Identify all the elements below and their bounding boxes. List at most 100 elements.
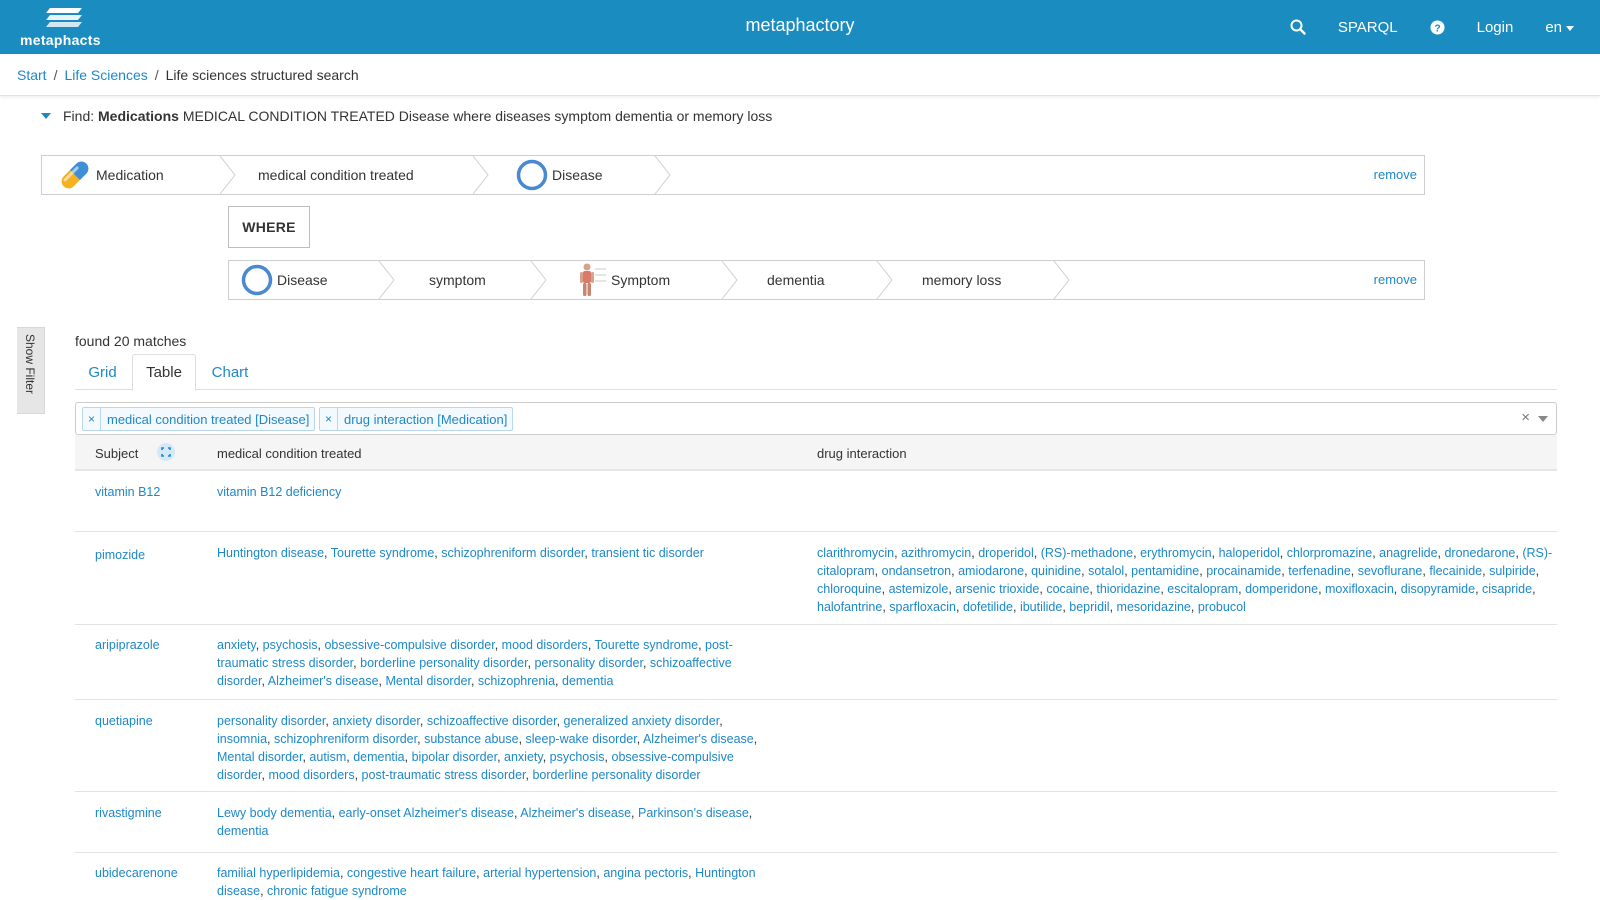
segment-disease[interactable]: Disease <box>241 261 328 299</box>
chevron-down-icon[interactable] <box>1538 416 1548 422</box>
segment-value-dementia[interactable]: dementia <box>767 261 825 299</box>
value-link[interactable]: chloroquine <box>817 582 882 596</box>
search-button[interactable] <box>1290 19 1306 35</box>
collapse-toggle-icon[interactable] <box>41 113 51 119</box>
value-link[interactable]: schizophreniform disorder <box>274 732 417 746</box>
value-link[interactable]: Mental disorder <box>385 674 470 688</box>
value-link[interactable]: astemizole <box>889 582 949 596</box>
value-link[interactable]: sevoflurane <box>1358 564 1423 578</box>
value-link[interactable]: dementia <box>562 674 613 688</box>
value-link[interactable]: sparfloxacin <box>889 600 956 614</box>
value-link[interactable]: (RS)-methadone <box>1041 546 1133 560</box>
value-link[interactable]: post-traumatic stress disorder <box>362 768 526 782</box>
value-link[interactable]: ibutilide <box>1020 600 1062 614</box>
value-link[interactable]: anxiety disorder <box>332 714 420 728</box>
row-subject-link[interactable]: aripiprazole <box>95 636 160 654</box>
value-link[interactable]: Tourette syndrome <box>331 546 435 560</box>
segment-medication[interactable]: Medication <box>56 156 164 194</box>
value-link[interactable]: Mental disorder <box>217 750 302 764</box>
value-link[interactable]: transient tic disorder <box>591 546 704 560</box>
value-link[interactable]: borderline personality disorder <box>360 656 527 670</box>
value-link[interactable]: sotalol <box>1088 564 1124 578</box>
value-link[interactable]: dementia <box>353 750 404 764</box>
value-link[interactable]: generalized anxiety disorder <box>564 714 720 728</box>
breadcrumb-start[interactable]: Start <box>17 67 47 83</box>
value-link[interactable]: sleep-wake disorder <box>526 732 637 746</box>
value-link[interactable]: arsenic trioxide <box>955 582 1039 596</box>
value-link[interactable]: dementia <box>217 824 268 838</box>
breadcrumb-life-sciences[interactable]: Life Sciences <box>64 67 147 83</box>
where-button[interactable]: WHERE <box>228 206 310 248</box>
value-link[interactable]: escitalopram <box>1167 582 1238 596</box>
value-link[interactable]: arterial hypertension <box>483 866 596 880</box>
value-link[interactable]: moxifloxacin <box>1325 582 1394 596</box>
value-link[interactable]: Alzheimer's disease <box>643 732 754 746</box>
value-link[interactable]: Tourette syndrome <box>595 638 699 652</box>
value-link[interactable]: chlorpromazine <box>1287 546 1372 560</box>
segment-relation-condition-treated[interactable]: medical condition treated <box>258 156 414 194</box>
value-link[interactable]: dofetilide <box>963 600 1013 614</box>
row-subject-link[interactable]: quetiapine <box>95 712 153 730</box>
clear-icon[interactable]: × <box>1521 409 1530 426</box>
query-summary[interactable]: Find: Medications MEDICAL CONDITION TREA… <box>41 108 772 124</box>
value-link[interactable]: procainamide <box>1206 564 1281 578</box>
value-link[interactable]: amiodarone <box>958 564 1024 578</box>
value-link[interactable]: pentamidine <box>1131 564 1199 578</box>
value-link[interactable]: borderline personality disorder <box>532 768 700 782</box>
value-link[interactable]: Huntington disease <box>217 546 324 560</box>
value-link[interactable]: thioridazine <box>1096 582 1160 596</box>
logo[interactable]: metaphacts <box>20 4 110 50</box>
value-link[interactable]: angina pectoris <box>603 866 688 880</box>
show-filter-tab[interactable]: Show Filter <box>17 327 45 414</box>
value-link[interactable]: halofantrine <box>817 600 882 614</box>
value-link[interactable]: schizoaffective disorder <box>427 714 557 728</box>
column-header-subject[interactable]: Subject <box>95 446 138 461</box>
value-link[interactable]: congestive heart failure <box>347 866 476 880</box>
column-select[interactable]: × medical condition treated [Disease] × … <box>75 402 1557 435</box>
value-link[interactable]: flecainide <box>1429 564 1482 578</box>
segment-symptom[interactable]: Symptom <box>575 261 670 299</box>
value-link[interactable]: schizophreniform disorder <box>441 546 584 560</box>
value-link[interactable]: chronic fatigue syndrome <box>267 884 407 898</box>
column-header-drug-interaction[interactable]: drug interaction <box>817 446 907 461</box>
row-subject-link[interactable]: ubidecarenone <box>95 864 178 882</box>
row-subject-link[interactable]: rivastigmine <box>95 804 162 822</box>
value-link[interactable]: droperidol <box>978 546 1034 560</box>
value-link[interactable]: quinidine <box>1031 564 1081 578</box>
tab-chart[interactable]: Chart <box>199 354 261 390</box>
segment-disease[interactable]: Disease <box>516 156 603 194</box>
value-link[interactable]: psychosis <box>263 638 318 652</box>
value-link[interactable]: cisapride <box>1482 582 1532 596</box>
value-link[interactable]: mood disorders <box>268 768 354 782</box>
value-link[interactable]: clarithromycin <box>817 546 894 560</box>
value-link[interactable]: probucol <box>1198 600 1246 614</box>
value-link[interactable]: Alzheimer's disease <box>520 806 631 820</box>
value-link[interactable]: insomnia <box>217 732 267 746</box>
value-link[interactable]: sulpiride <box>1489 564 1536 578</box>
value-link[interactable]: dronedarone <box>1444 546 1515 560</box>
value-link[interactable]: ondansetron <box>882 564 952 578</box>
value-link[interactable]: schizophrenia <box>478 674 555 688</box>
value-link[interactable]: cocaine <box>1046 582 1089 596</box>
value-link[interactable]: azithromycin <box>901 546 971 560</box>
value-link[interactable]: haloperidol <box>1219 546 1280 560</box>
chip-remove-icon[interactable]: × <box>320 408 338 430</box>
expand-icon[interactable] <box>157 443 175 461</box>
value-link[interactable]: erythromycin <box>1140 546 1212 560</box>
value-link[interactable]: mesoridazine <box>1117 600 1191 614</box>
value-link[interactable]: autism <box>309 750 346 764</box>
remove-link[interactable]: remove <box>1374 272 1417 287</box>
value-link[interactable]: early-onset Alzheimer's disease <box>339 806 514 820</box>
value-link[interactable]: bipolar disorder <box>412 750 497 764</box>
row-subject-link[interactable]: pimozide <box>95 546 145 564</box>
value-link[interactable]: Parkinson's disease <box>638 806 749 820</box>
value-link[interactable]: familial hyperlipidemia <box>217 866 340 880</box>
chip-remove-icon[interactable]: × <box>83 408 101 430</box>
value-link[interactable]: mood disorders <box>502 638 588 652</box>
column-header-medical-condition-treated[interactable]: medical condition treated <box>217 446 362 461</box>
value-link[interactable]: domperidone <box>1245 582 1318 596</box>
value-link[interactable]: disopyramide <box>1401 582 1475 596</box>
segment-value-memory-loss[interactable]: memory loss <box>922 261 1001 299</box>
value-link[interactable]: vitamin B12 deficiency <box>217 485 341 499</box>
remove-link[interactable]: remove <box>1374 167 1417 182</box>
